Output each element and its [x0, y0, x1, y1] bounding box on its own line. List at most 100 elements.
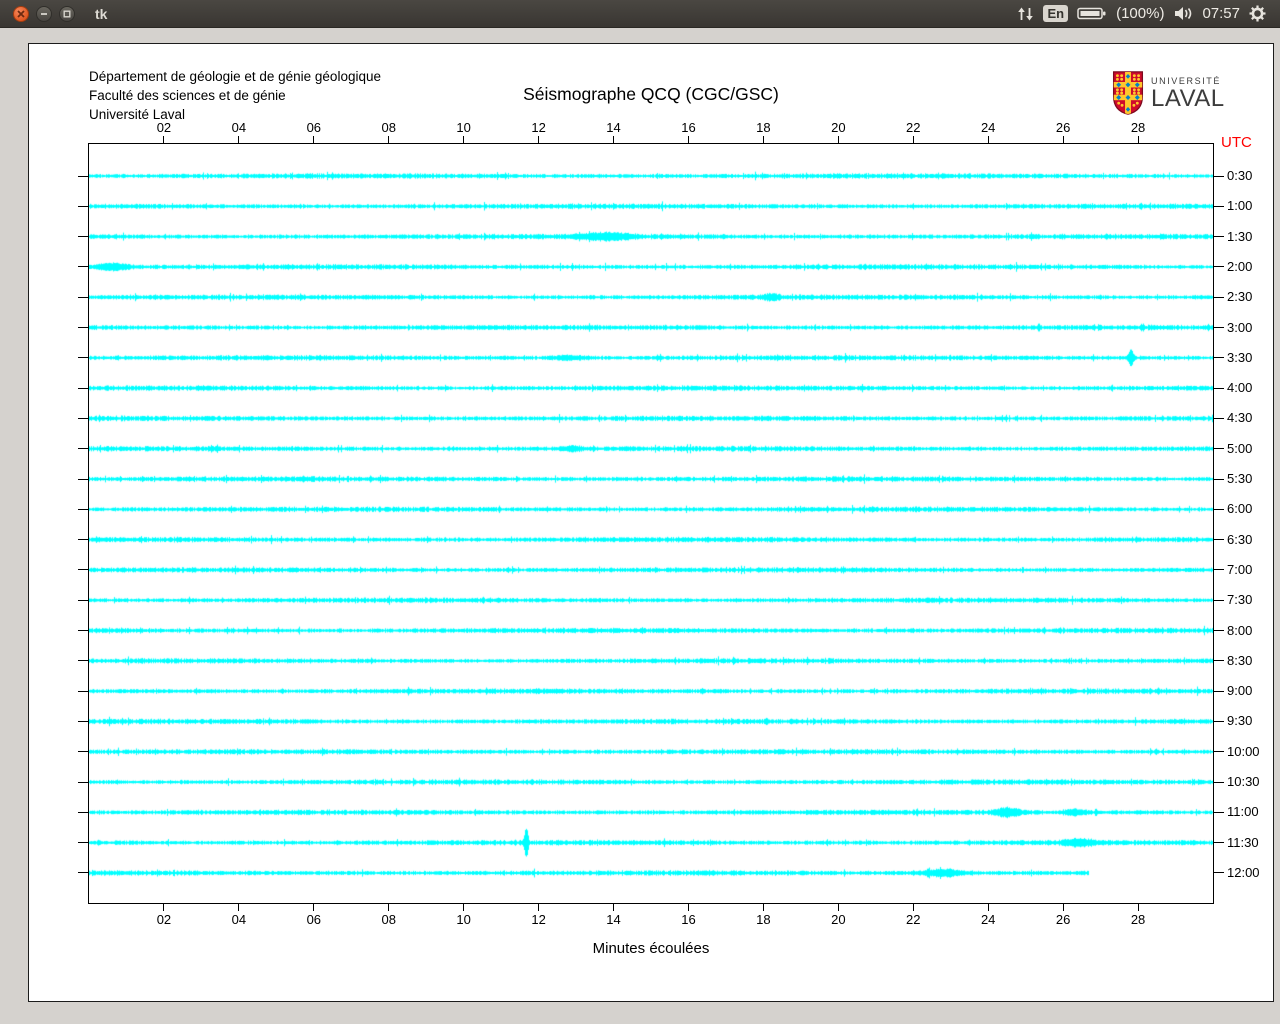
utc-row-label: 12:00 — [1227, 864, 1260, 880]
x-tick-mark-bottom — [987, 904, 989, 911]
utc-row-label: 7:00 — [1227, 561, 1253, 577]
volume-icon[interactable] — [1173, 6, 1193, 21]
x-tick-mark-bottom — [238, 904, 240, 911]
row-tick-mark-right — [1214, 508, 1224, 510]
x-tick-mark-bottom — [1062, 904, 1064, 911]
row-tick-mark-right — [1214, 781, 1224, 783]
utc-row-label: 10:30 — [1227, 774, 1260, 790]
row-tick-mark-left — [78, 236, 88, 238]
x-tick-mark-bottom — [463, 904, 465, 911]
row-tick-mark-right — [1214, 417, 1224, 419]
row-tick-mark-left — [78, 630, 88, 632]
x-tick-mark-top — [1062, 136, 1064, 143]
window-controls — [13, 5, 75, 22]
x-tick-mark-top — [163, 136, 165, 143]
x-tick-label-top: 22 — [906, 120, 921, 135]
keyboard-layout-indicator[interactable]: En — [1043, 5, 1069, 22]
row-tick-mark-right — [1214, 387, 1224, 389]
seismograph-window: Département de géologie et de génie géol… — [28, 43, 1274, 1002]
utc-row-label: 5:30 — [1227, 471, 1253, 487]
x-tick-mark-top — [238, 136, 240, 143]
x-tick-label-top: 28 — [1130, 120, 1146, 135]
maximize-button[interactable] — [59, 5, 75, 22]
x-tick-label-bottom: 22 — [906, 912, 921, 927]
row-tick-mark-right — [1214, 478, 1224, 480]
text-arrows-icon[interactable] — [1017, 6, 1034, 22]
x-tick-mark-top — [538, 136, 540, 143]
x-tick-label-top: 16 — [681, 120, 696, 135]
utc-row-label: 4:30 — [1227, 410, 1253, 426]
x-tick-mark-top — [912, 136, 914, 143]
x-tick-label-top: 06 — [306, 120, 322, 135]
x-tick-mark-bottom — [163, 904, 165, 911]
row-tick-mark-left — [78, 751, 88, 753]
utc-row-label: 2:00 — [1227, 258, 1253, 274]
row-tick-mark-right — [1214, 660, 1224, 662]
row-tick-mark-right — [1214, 327, 1224, 329]
row-tick-mark-left — [78, 327, 88, 329]
row-tick-mark-left — [78, 811, 88, 813]
x-tick-mark-top — [837, 136, 839, 143]
seismogram-traces — [89, 144, 1213, 903]
x-tick-label-bottom: 24 — [980, 912, 996, 927]
battery-icon[interactable] — [1077, 6, 1107, 21]
x-tick-mark-top — [762, 136, 764, 143]
row-tick-mark-left — [78, 720, 88, 722]
row-tick-mark-right — [1214, 872, 1224, 874]
x-tick-mark-top — [613, 136, 615, 143]
x-tick-mark-bottom — [912, 904, 914, 911]
x-tick-label-top: 14 — [606, 120, 621, 135]
row-tick-mark-left — [78, 296, 88, 298]
x-tick-label-top: 26 — [1055, 120, 1071, 135]
x-tick-mark-top — [388, 136, 390, 143]
x-tick-mark-bottom — [313, 904, 315, 911]
utc-row-label: 11:30 — [1227, 834, 1259, 850]
row-tick-mark-right — [1214, 175, 1224, 177]
row-tick-mark-right — [1214, 296, 1224, 298]
x-tick-mark-bottom — [613, 904, 615, 911]
gear-icon[interactable] — [1249, 5, 1266, 22]
minimize-button[interactable] — [36, 5, 52, 22]
utc-row-label: 4:00 — [1227, 380, 1253, 396]
x-axis-title: Minutes écoulées — [592, 940, 710, 957]
x-tick-label-bottom: 20 — [831, 912, 846, 927]
x-tick-mark-bottom — [538, 904, 540, 911]
x-tick-label-bottom: 14 — [606, 912, 621, 927]
x-tick-label-bottom: 08 — [381, 912, 396, 927]
row-tick-mark-left — [78, 357, 88, 359]
minimize-icon — [41, 12, 47, 15]
row-tick-mark-right — [1214, 599, 1224, 601]
row-tick-mark-right — [1214, 690, 1224, 692]
x-tick-mark-bottom — [388, 904, 390, 911]
x-tick-mark-top — [1137, 136, 1139, 143]
utc-row-label: 8:00 — [1227, 622, 1253, 638]
row-tick-mark-left — [78, 569, 88, 571]
x-tick-mark-top — [313, 136, 315, 143]
row-tick-mark-right — [1214, 751, 1224, 753]
row-tick-mark-left — [78, 660, 88, 662]
window-title: tk — [95, 5, 108, 22]
x-tick-label-top: 02 — [156, 120, 172, 135]
row-tick-mark-left — [78, 387, 88, 389]
x-tick-label-top: 08 — [381, 120, 396, 135]
x-tick-mark-bottom — [1137, 904, 1139, 911]
x-tick-label-top: 12 — [531, 120, 546, 135]
top-panel: tk En (100%) 07:57 — [0, 0, 1280, 28]
x-tick-mark-top — [687, 136, 689, 143]
laval-shield-icon — [1112, 71, 1144, 115]
row-tick-mark-right — [1214, 811, 1224, 813]
row-tick-mark-right — [1214, 448, 1224, 450]
row-tick-mark-right — [1214, 569, 1224, 571]
utc-row-label: 5:00 — [1227, 440, 1253, 456]
close-button[interactable] — [13, 5, 29, 22]
row-tick-mark-left — [78, 448, 88, 450]
utc-row-label: 11:00 — [1227, 804, 1259, 820]
x-tick-label-top: 10 — [456, 120, 471, 135]
laval-wordmark: UNIVERSITÉ LAVAL — [1151, 71, 1225, 113]
maximize-icon — [63, 10, 71, 17]
x-tick-label-bottom: 18 — [756, 912, 771, 927]
row-tick-mark-right — [1214, 205, 1224, 207]
x-tick-label-top: 18 — [756, 120, 771, 135]
row-tick-mark-right — [1214, 630, 1224, 632]
clock[interactable]: 07:57 — [1202, 5, 1240, 22]
